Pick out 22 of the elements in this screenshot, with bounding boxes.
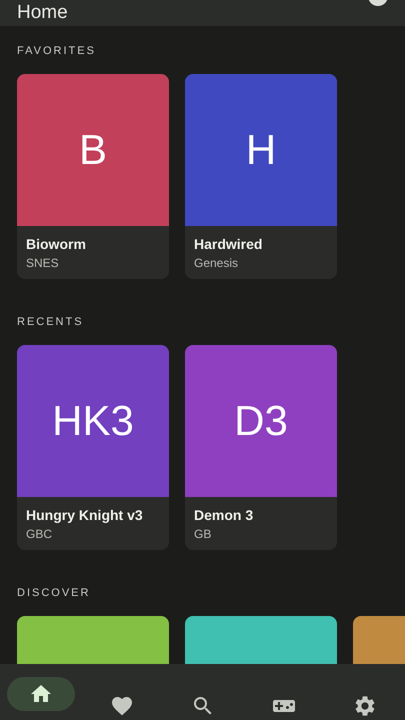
game-platform: Genesis — [194, 256, 240, 270]
section-heading: RECENTS — [17, 316, 85, 328]
game-platform: GB — [194, 527, 212, 541]
game-title: Hardwired — [194, 236, 264, 252]
game-title: Hungry Knight v3 — [26, 507, 144, 523]
heart-icon — [110, 694, 134, 718]
game-card[interactable]: H Hardwired Genesis — [185, 74, 337, 279]
settings-icon — [352, 694, 376, 718]
game-platform: SNES — [26, 256, 60, 270]
game-card[interactable]: HK3 Hungry Knight v3 GBC — [17, 345, 169, 550]
game-card[interactable]: B Bioworm SNES — [17, 74, 169, 279]
screen-title: Home — [17, 2, 68, 24]
section-heading: DISCOVER — [17, 587, 92, 599]
game-platform: GBC — [26, 527, 54, 541]
cover-initials: H — [246, 126, 276, 174]
cover-initials: B — [78, 126, 107, 174]
game-title: Bioworm — [26, 236, 87, 252]
game-card[interactable]: D3 Demon 3 GB — [185, 345, 337, 550]
cover-initials: D3 — [234, 397, 288, 445]
game-title: Demon 3 — [194, 507, 254, 523]
section-heading: FAVORITES — [17, 45, 97, 57]
cover-initials: HK3 — [52, 397, 134, 445]
